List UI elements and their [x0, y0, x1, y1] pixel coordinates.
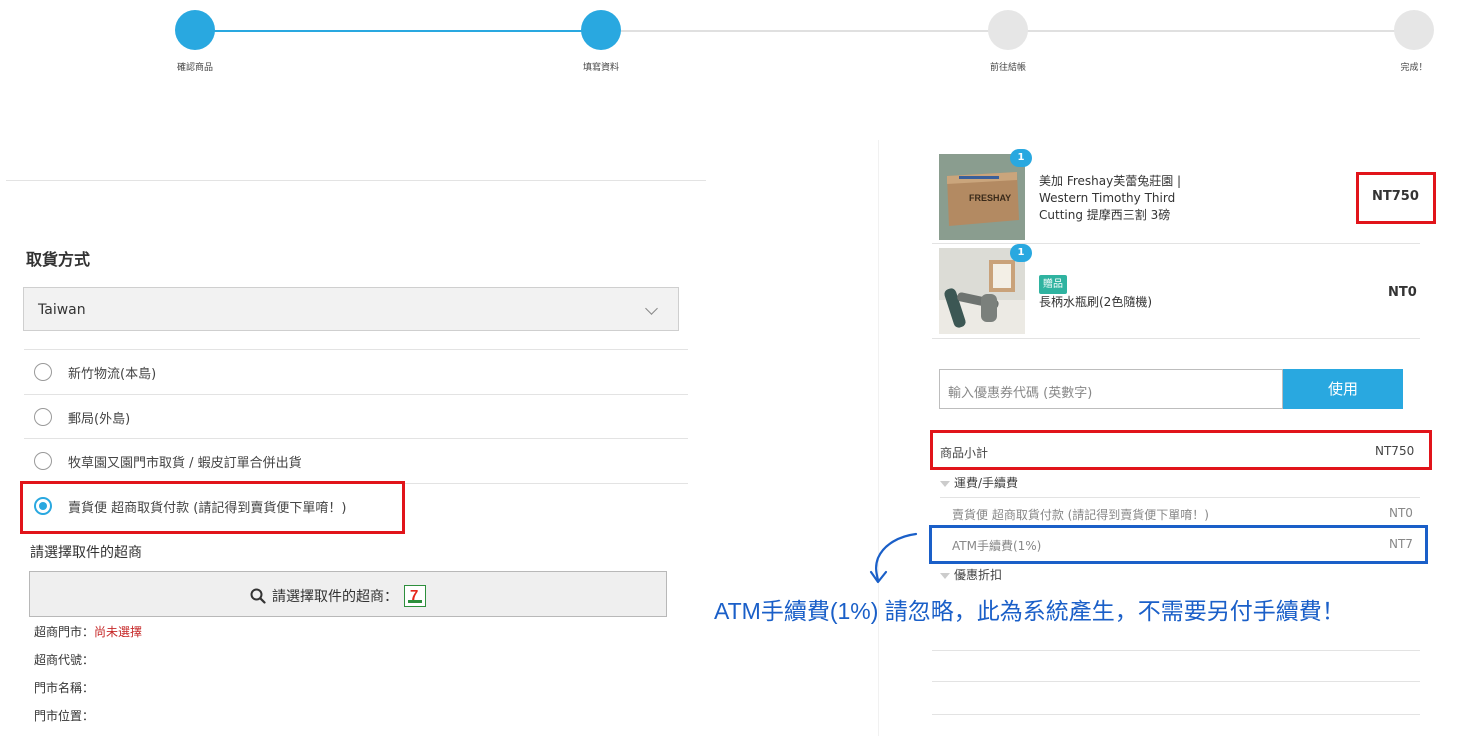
left-top-divider: [6, 180, 706, 181]
cart-item-divider: [932, 243, 1420, 244]
step-2-circle: [581, 10, 621, 50]
country-select-value: Taiwan: [38, 302, 86, 318]
cart-item-divider: [932, 338, 1420, 339]
shipping-fee-header-label: 運費/手續費: [954, 476, 1019, 490]
shipping-option-store-pickup[interactable]: 牧草園又園門市取貨 / 蝦皮訂單合併出貨: [24, 439, 688, 483]
seven-eleven-logo-icon: 7: [404, 585, 426, 607]
step-3-circle: [988, 10, 1028, 50]
shipping-line-value: NT0: [1389, 506, 1413, 520]
product-image-freshay[interactable]: FRESHAY: [939, 154, 1025, 240]
progress-line-done: [195, 30, 601, 32]
annotation-red-box-shipping: [20, 481, 405, 534]
store-info-store-value: 尚未選擇: [94, 625, 143, 639]
product-name: 長柄水瓶刷(2色隨機): [1039, 295, 1152, 309]
country-select[interactable]: Taiwan: [23, 287, 679, 331]
product-box-text: FRESHAY: [969, 193, 1011, 203]
summary-divider: [932, 650, 1420, 651]
select-store-button[interactable]: 請選擇取件的超商： 7: [29, 571, 667, 617]
discount-header-label: 優惠折扣: [954, 568, 1003, 582]
gift-tag: 贈品: [1039, 275, 1067, 294]
discount-header[interactable]: 優惠折扣: [940, 566, 1002, 583]
step-2-label: 填寫資料: [582, 63, 620, 73]
product-image-brush[interactable]: [939, 248, 1025, 334]
shipping-option-post[interactable]: 郵局(外島): [24, 395, 688, 439]
select-store-button-label: 請選擇取件的超商：: [272, 589, 398, 605]
chevron-down-icon: [645, 302, 658, 315]
shipping-method-title: 取貨方式: [26, 250, 91, 269]
shipping-fee-header[interactable]: 運費/手續費: [940, 474, 1018, 491]
step-1-circle: [175, 10, 215, 50]
shipping-option-hct[interactable]: 新竹物流(本島): [24, 350, 688, 394]
step-3-label: 前往結帳: [989, 63, 1027, 73]
summary-divider: [932, 681, 1420, 682]
shipping-option-label: 牧草園又園門市取貨 / 蝦皮訂單合併出貨: [68, 456, 302, 471]
product-name: 美加 Freshay芙蕾兔莊園 | Western Timothy Third …: [1039, 174, 1182, 222]
search-icon: [250, 588, 266, 604]
summary-divider: [940, 497, 1420, 498]
radio-button[interactable]: [34, 363, 52, 381]
item-qty-badge: 1: [1010, 244, 1032, 262]
step-4-label: 完成！: [1400, 63, 1428, 73]
product-price: NT0: [1388, 285, 1417, 300]
caret-down-icon: [940, 480, 950, 487]
store-info-store: 超商門市：尚未選擇: [34, 623, 142, 640]
store-info-location: 門市位置：: [34, 709, 95, 723]
apply-coupon-button[interactable]: 使用: [1283, 369, 1403, 409]
seven-eleven-logo-glyph: 7: [410, 587, 419, 604]
coupon-input[interactable]: 輸入優惠券代碼 (英數字): [939, 369, 1283, 409]
shipping-line-label: 賣貨便 超商取貨付款 (請記得到賣貨便下單唷！): [952, 508, 1209, 522]
shipping-option-label: 郵局(外島): [68, 412, 131, 427]
summary-divider: [932, 714, 1420, 715]
store-info-code: 超商代號：: [34, 653, 95, 667]
store-select-title: 請選擇取件的超商: [30, 545, 142, 561]
radio-button[interactable]: [34, 452, 52, 470]
annotation-note: ATM手續費(1%) 請忽略，此為系統產生，不需要另付手續費！: [714, 598, 1345, 624]
annotation-red-box-price: [1356, 172, 1436, 224]
coupon-input-placeholder: 輸入優惠券代碼 (英數字): [948, 386, 1093, 401]
item-qty-badge: 1: [1010, 149, 1032, 167]
caret-down-icon: [940, 572, 950, 579]
store-info-name: 門市名稱：: [34, 681, 95, 695]
step-1-label: 確認商品: [176, 63, 214, 73]
step-4-circle: [1394, 10, 1434, 50]
store-info-store-label: 超商門市：: [34, 625, 95, 639]
annotation-blue-box-atm: [929, 525, 1428, 564]
radio-button[interactable]: [34, 408, 52, 426]
checkout-progress: 確認商品 填寫資料 前往結帳 完成！: [0, 0, 1476, 90]
annotation-red-box-subtotal: [930, 430, 1432, 470]
annotation-arrow-icon: [869, 532, 918, 584]
product-name-block: 贈品 長柄水瓶刷(2色隨機): [1039, 275, 1199, 311]
shipping-option-label: 新竹物流(本島): [68, 367, 157, 382]
